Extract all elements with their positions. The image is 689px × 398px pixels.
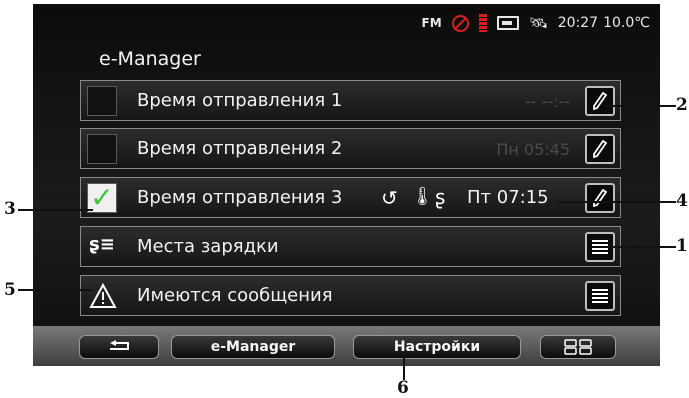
pencil-icon: [593, 140, 608, 158]
charging-places-row[interactable]: ʂ≡ Места зарядки: [80, 226, 621, 267]
callout-1-line: [604, 246, 676, 248]
fm-indicator: FM: [421, 16, 442, 30]
clock: 20:27: [557, 15, 599, 31]
callout-3-line: [18, 209, 93, 211]
departure-time-2-row[interactable]: Время отправления 2 Пн 05:45: [80, 128, 621, 169]
callout-6-line: [403, 358, 405, 380]
messages-list-button[interactable]: [585, 281, 615, 311]
callout-4-line: [558, 201, 676, 203]
departure-time-3-row[interactable]: ✓ Время отправления 3 ↺ 🌡 ʂ Пт 07:15: [80, 177, 621, 218]
messages-label: Имеются сообщения: [137, 285, 333, 306]
repeat-icon: ↺: [381, 186, 398, 210]
departure-2-time: Пн 05:45: [496, 140, 570, 159]
charging-list-icon: ʂ≡: [89, 234, 115, 255]
charging-plug-icon: ʂ: [435, 185, 446, 209]
edit-departure-3-button[interactable]: [585, 183, 615, 213]
checkmark-icon: ✓: [90, 181, 114, 214]
pencil-icon: [593, 92, 608, 110]
battery-level-icon: [478, 14, 487, 32]
pencil-icon: [593, 189, 608, 207]
callout-2-line: [604, 105, 676, 107]
callout-1: 1: [676, 236, 688, 256]
messages-row[interactable]: Имеются сообщения: [80, 275, 621, 316]
charging-icon: [496, 16, 519, 30]
edit-departure-1-button[interactable]: [585, 86, 615, 116]
departure-2-label: Время отправления 2: [137, 138, 343, 159]
callout-5-line: [18, 289, 93, 291]
edit-departure-2-button[interactable]: [585, 134, 615, 164]
charging-places-label: Места зарядки: [137, 236, 279, 257]
back-arrow-icon: [110, 340, 129, 350]
callout-5: 5: [4, 280, 16, 300]
departure-3-label: Время отправления 3: [137, 187, 343, 208]
departure-2-checkbox[interactable]: [87, 134, 117, 164]
departure-1-time: -- --:--: [524, 92, 570, 111]
main-menu-button[interactable]: [540, 335, 616, 359]
page-title: e-Manager: [99, 48, 201, 70]
back-button[interactable]: [79, 335, 159, 359]
settings-button[interactable]: Настройки: [353, 335, 521, 359]
departure-1-checkbox[interactable]: [87, 86, 117, 116]
callout-4: 4: [676, 191, 688, 211]
status-bar: FM 🛰 20:27 10.0℃: [422, 12, 650, 34]
callout-6: 6: [397, 378, 409, 398]
warning-icon: [89, 283, 117, 308]
grid-icon: [564, 339, 592, 355]
departure-time-1-row[interactable]: Время отправления 1 -- --:--: [80, 80, 621, 121]
departure-1-label: Время отправления 1: [137, 90, 343, 111]
callout-2: 2: [676, 95, 688, 115]
temperature: 10.0℃: [603, 15, 650, 31]
list-icon: [592, 289, 608, 303]
device-screen: FM 🛰 20:27 10.0℃ e-Manager Время отправл…: [33, 4, 660, 366]
e-manager-button[interactable]: e-Manager: [171, 335, 335, 359]
gps-satellite-icon: 🛰: [528, 14, 548, 32]
thermometer-icon: 🌡: [411, 186, 434, 207]
callout-3: 3: [4, 199, 16, 219]
departure-3-time: Пт 07:15: [467, 187, 549, 208]
no-signal-icon: [451, 14, 469, 32]
bottom-bar: e-Manager Настройки: [33, 326, 660, 366]
